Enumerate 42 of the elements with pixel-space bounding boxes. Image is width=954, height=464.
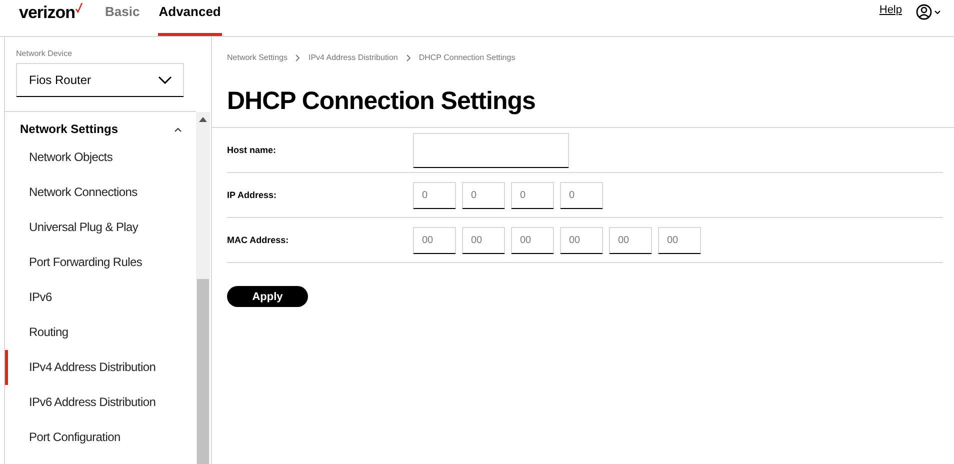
device-dropdown[interactable]: Fios Router bbox=[16, 63, 184, 97]
sidebar-item[interactable]: Network Objects bbox=[5, 140, 196, 175]
page-title: DHCP Connection Settings bbox=[227, 90, 536, 117]
octet-field[interactable]: 0 bbox=[511, 182, 554, 208]
verizon-logo[interactable]: verizon bbox=[19, 3, 76, 23]
chevron-down-icon bbox=[158, 76, 172, 84]
nav-tab[interactable]: Advanced bbox=[158, 0, 222, 36]
scrollbar[interactable] bbox=[196, 112, 210, 464]
breadcrumb-link[interactable]: Network Settings bbox=[227, 53, 288, 62]
octet-field[interactable]: 0 bbox=[560, 182, 603, 208]
sidebar-item[interactable]: Routing bbox=[5, 315, 196, 350]
octet-field[interactable]: 0 bbox=[462, 182, 505, 208]
apply-button[interactable]: Apply bbox=[227, 286, 308, 307]
field-label: IP Address: bbox=[227, 190, 278, 200]
octet-field[interactable]: 00 bbox=[560, 226, 603, 254]
sidebar-item[interactable]: Network Connections bbox=[5, 175, 196, 210]
sidebar-item[interactable]: Port Forwarding Rules bbox=[5, 245, 196, 280]
help-link[interactable]: Help bbox=[879, 4, 902, 16]
octet-field[interactable]: 00 bbox=[658, 226, 701, 254]
octet-field[interactable]: 00 bbox=[413, 226, 456, 254]
octet-field[interactable]: 00 bbox=[609, 226, 652, 254]
field-label: Network Device bbox=[16, 49, 74, 58]
input-field[interactable] bbox=[413, 132, 569, 168]
octet-field[interactable]: 0 bbox=[413, 182, 456, 208]
dropdown-value: Fios Router bbox=[29, 73, 92, 87]
field-label: MAC Address: bbox=[227, 235, 290, 245]
sidebar-item[interactable]: Universal Plug & Play bbox=[5, 210, 196, 245]
breadcrumb-link[interactable]: IPv4 Address Distribution bbox=[308, 53, 398, 62]
nav-tab[interactable]: Basic bbox=[105, 0, 140, 36]
sidebar-item[interactable]: IPv6 bbox=[5, 280, 196, 315]
breadcrumb-link[interactable]: DHCP Connection Settings bbox=[418, 53, 516, 62]
scroll-up-icon[interactable] bbox=[199, 117, 207, 122]
octet-field[interactable]: 00 bbox=[462, 226, 505, 254]
octet-field[interactable]: 00 bbox=[511, 226, 554, 254]
chevron-right-icon bbox=[406, 54, 411, 62]
section-header[interactable]: Network Settings bbox=[5, 112, 196, 136]
field-label: Host name: bbox=[227, 145, 278, 155]
chevron-right-icon bbox=[295, 54, 300, 62]
check-mark-icon bbox=[75, 3, 84, 13]
sidebar-item[interactable]: IPv6 Address Distribution bbox=[5, 385, 196, 420]
sidebar-item[interactable]: Port Configuration bbox=[5, 420, 196, 455]
section-title: Network Settings bbox=[20, 122, 118, 136]
